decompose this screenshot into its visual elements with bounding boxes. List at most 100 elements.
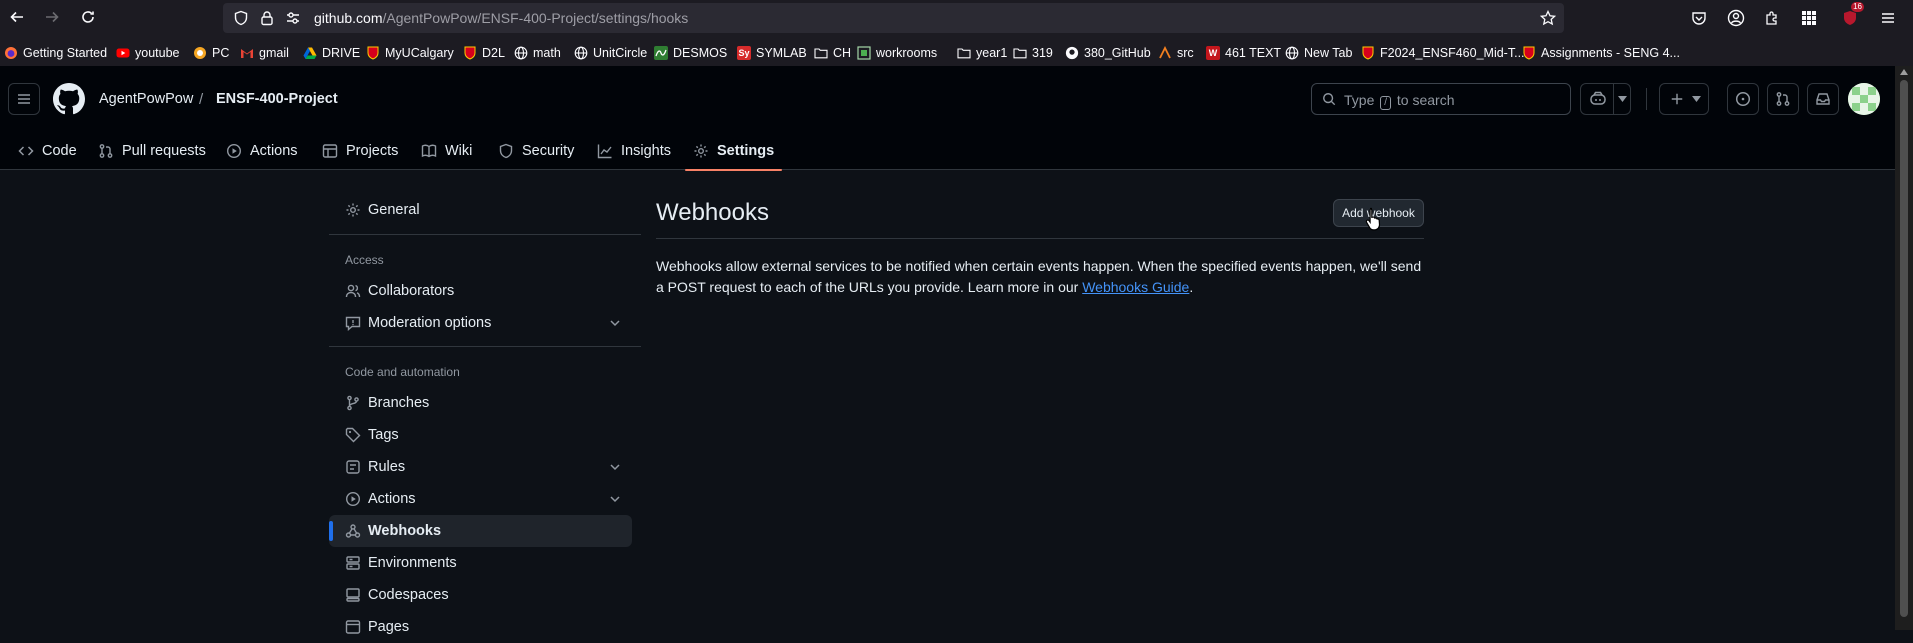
chevron-down-icon	[1618, 96, 1627, 102]
global-menu-button[interactable]	[8, 83, 40, 115]
page-title: Webhooks	[656, 199, 769, 226]
address-bar[interactable]: github.com/AgentPowPow/ENSF-400-Project/…	[223, 3, 1564, 33]
tab-code[interactable]: Code	[18, 132, 77, 170]
webhooks-guide-link[interactable]: Webhooks Guide	[1082, 279, 1189, 295]
bookmark-item[interactable]: 380_GitHub	[1065, 42, 1151, 64]
puzzle-icon	[1766, 11, 1777, 25]
back-button[interactable]	[5, 5, 29, 29]
globe-icon	[1285, 46, 1299, 60]
bookmark-label: gmail	[259, 46, 289, 60]
sidebar-item-moderation-options[interactable]: Moderation options	[329, 307, 632, 339]
page-permissions-icon[interactable]	[285, 10, 301, 26]
bookmark-item[interactable]: W 461 TEXT	[1206, 42, 1281, 64]
chevron-down-icon[interactable]	[607, 459, 623, 475]
grid-icon	[1802, 11, 1816, 25]
apps-grid-button[interactable]	[1797, 6, 1821, 30]
bookmark-item[interactable]: src	[1158, 42, 1194, 64]
extensions-button[interactable]	[1760, 6, 1784, 30]
pull-request-icon	[98, 143, 114, 159]
bookmark-item[interactable]: F2024_ENSF460_Mid-T...	[1361, 42, 1525, 64]
bookmark-item[interactable]: math	[514, 42, 561, 64]
bookmark-item[interactable]: gmail	[240, 42, 289, 64]
sidebar-item-webhooks[interactable]: Webhooks	[329, 515, 632, 547]
copilot-button[interactable]	[1580, 83, 1631, 115]
forward-button[interactable]	[40, 5, 64, 29]
search-placeholder-before: Type	[1344, 92, 1375, 108]
page-scrollbar[interactable]	[1895, 66, 1913, 630]
description-text: Webhooks allow external services to be n…	[656, 258, 1422, 295]
url-text[interactable]: github.com/AgentPowPow/ENSF-400-Project/…	[314, 10, 688, 26]
scrollbar-thumb[interactable]	[1900, 80, 1908, 617]
create-new-button[interactable]	[1659, 83, 1709, 115]
tab-pull-requests[interactable]: Pull requests	[98, 132, 206, 170]
ublock-extension-button[interactable]: 16	[1838, 2, 1864, 30]
bookmark-item[interactable]: DRIVE	[303, 42, 360, 64]
sidebar-heading-code-automation: Code and automation	[345, 365, 460, 379]
chevron-down-icon[interactable]	[607, 315, 623, 331]
bookmark-item[interactable]: UnitCircle	[574, 42, 647, 64]
sidebar-item-general[interactable]: General	[329, 194, 632, 226]
bookmark-item[interactable]: PC	[193, 42, 229, 64]
sidebar-item-pages[interactable]: Pages	[329, 611, 632, 643]
graph-icon	[597, 143, 613, 159]
browser-toolbar: github.com/AgentPowPow/ENSF-400-Project/…	[0, 0, 1913, 66]
menu-button[interactable]	[1876, 6, 1900, 30]
sidebar-item-branches[interactable]: Branches	[329, 387, 632, 419]
inbox-button[interactable]	[1807, 83, 1839, 115]
bookmark-item[interactable]: 319	[1013, 42, 1053, 64]
search-input[interactable]: Type / to search	[1311, 83, 1571, 115]
play-icon	[345, 491, 361, 507]
bookmark-item[interactable]: Sy SYMLAB	[737, 42, 807, 64]
bookmark-item[interactable]: Getting Started	[4, 42, 107, 64]
scroll-up-arrow-icon	[1900, 69, 1908, 75]
chevron-down-icon[interactable]	[607, 491, 623, 507]
sidebar-item-collaborators[interactable]: Collaborators	[329, 275, 632, 307]
bookmark-label: F2024_ENSF460_Mid-T...	[1380, 46, 1525, 60]
url-path: /AgentPowPow/ENSF-400-Project/settings/h…	[382, 10, 689, 26]
bookmark-item[interactable]: year1	[957, 42, 1007, 64]
tab-wiki[interactable]: Wiki	[421, 132, 472, 170]
bookmark-label: math	[533, 46, 561, 60]
table-icon	[322, 143, 338, 159]
bookmark-item[interactable]: New Tab	[1285, 42, 1352, 64]
account-button[interactable]	[1724, 6, 1748, 30]
sidebar-item-actions[interactable]: Actions	[329, 483, 632, 515]
bookmark-item[interactable]: D2L	[463, 42, 505, 64]
pull-requests-button[interactable]	[1767, 83, 1799, 115]
issues-button[interactable]	[1727, 83, 1759, 115]
sidebar-item-codespaces[interactable]: Codespaces	[329, 579, 632, 611]
bookmark-label: 461 TEXT	[1225, 46, 1282, 60]
sidebar-label-moderation: Moderation options	[368, 315, 492, 331]
sidebar-item-tags[interactable]: Tags	[329, 419, 632, 451]
pocket-button[interactable]	[1687, 6, 1711, 30]
sidebar-item-environments[interactable]: Environments	[329, 547, 632, 579]
tab-label: Insights	[621, 143, 671, 159]
bookmark-item[interactable]: MyUCalgary	[366, 42, 454, 64]
reload-button[interactable]	[76, 5, 100, 29]
tab-security[interactable]: Security	[498, 132, 574, 170]
shield-icon	[498, 143, 514, 159]
sidebar-item-rules[interactable]: Rules	[329, 451, 632, 483]
github-logo-icon[interactable]	[53, 83, 85, 115]
tab-projects[interactable]: Projects	[322, 132, 398, 170]
bookmark-item[interactable]: DESMOS	[654, 42, 727, 64]
webhooks-description: Webhooks allow external services to be n…	[656, 256, 1426, 298]
bookmark-label: Assignments - SENG 4...	[1541, 46, 1680, 60]
bookmark-star-icon[interactable]	[1540, 10, 1556, 26]
git-pull-request-icon	[1776, 92, 1790, 106]
sidebar-label-collaborators: Collaborators	[368, 283, 455, 299]
tracking-shield-icon[interactable]	[233, 10, 249, 26]
tab-settings[interactable]: Settings	[684, 132, 783, 171]
desmos-icon	[654, 46, 668, 60]
repo-name-link[interactable]: ENSF-400-Project	[216, 91, 338, 107]
bookmark-item[interactable]: CH	[814, 42, 851, 64]
tab-actions[interactable]: Actions	[226, 132, 298, 170]
inbox-icon	[1816, 93, 1830, 105]
tab-insights[interactable]: Insights	[597, 132, 671, 170]
bookmark-item[interactable]: workrooms	[857, 42, 937, 64]
bookmark-item[interactable]: Assignments - SENG 4...	[1522, 42, 1680, 64]
user-avatar[interactable]	[1848, 83, 1880, 115]
lock-icon[interactable]	[259, 10, 275, 26]
repo-owner-link[interactable]: AgentPowPow	[99, 91, 193, 107]
bookmark-item[interactable]: youtube	[116, 42, 179, 64]
